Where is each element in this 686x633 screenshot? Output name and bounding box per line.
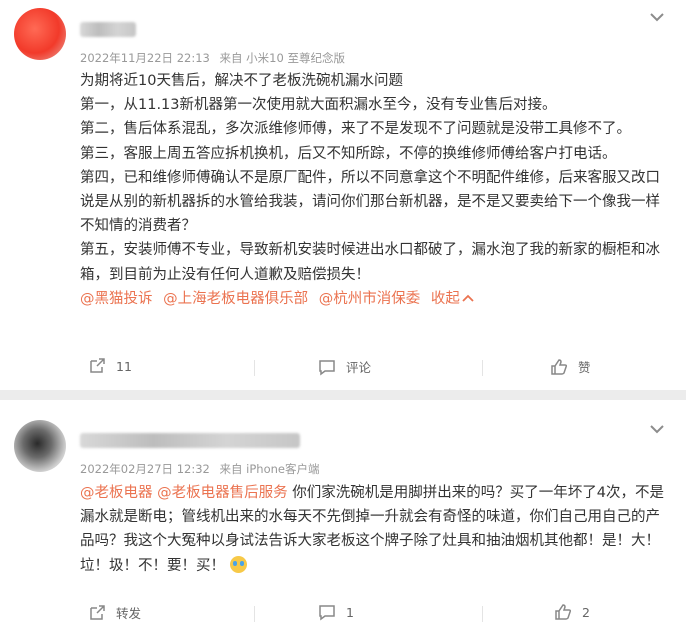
mention-link[interactable]: @老板电器	[80, 485, 153, 501]
like-icon	[551, 358, 568, 375]
action-bar: 11 评论 赞	[80, 357, 686, 379]
post-paragraph: 第一，从11.13新机器第一次使用就大面积漏水至今，没有专业售后对接。	[80, 97, 557, 114]
post-content: 为期将近10天售后，解决不了老板洗碗机漏水问题 第一，从11.13新机器第一次使…	[80, 69, 670, 311]
mention-line: @黑猫投诉 @上海老板电器俱乐部 @杭州市消保委 收起	[80, 287, 670, 311]
post-card: 2022年02月27日 12:32 来自 iPhone客户端 @老板电器 @老板…	[0, 400, 686, 633]
comment-button[interactable]: 评论	[318, 357, 371, 376]
comment-icon	[319, 359, 335, 375]
like-icon	[555, 604, 572, 620]
mention-link[interactable]: @杭州市消保委	[319, 291, 421, 307]
repost-icon	[90, 604, 105, 620]
mention-link[interactable]: @上海老板电器俱乐部	[163, 291, 308, 307]
post-source: 来自 小米10 至尊纪念版	[219, 51, 345, 65]
crying-face-emoji	[229, 555, 247, 573]
repost-label: 转发	[116, 606, 142, 621]
like-label: 赞	[578, 360, 591, 375]
repost-icon	[90, 358, 105, 373]
avatar[interactable]	[14, 8, 66, 60]
action-bar: 转发 1 2	[80, 603, 686, 625]
username-blurred[interactable]	[80, 22, 136, 37]
post-paragraph: 为期将近10天售后，解决不了老板洗碗机漏水问题	[80, 73, 403, 89]
post-date[interactable]: 2022年11月22日 22:13	[80, 51, 210, 65]
comment-count: 1	[346, 604, 354, 620]
collapse-link[interactable]: 收起	[431, 291, 474, 307]
post-paragraph: 第二，售后体系混乱，多次派维修师傅，来了不是发现不了问题就是没带工具修不了。	[80, 121, 631, 138]
avatar[interactable]	[14, 420, 66, 472]
chevron-up-icon	[462, 294, 474, 302]
comment-icon	[319, 605, 335, 621]
post-paragraph: @老板电器 @老板电器售后服务 你们家洗碗机是用脚拼出来的吗？买了一年坏了4次，…	[80, 481, 670, 578]
like-count: 2	[582, 604, 590, 620]
mention-link[interactable]: @老板电器售后服务	[157, 485, 288, 501]
divider	[482, 606, 483, 622]
post-paragraph: 第三，客服上周五答应拆机换机，后又不知所踪，不停的换维修师傅给客户打电话。	[80, 145, 617, 162]
post-paragraph: 第五，安装师傅不专业，导致新机安装时候进出水口都破了，漏水泡了我的新家的橱柜和冰…	[80, 242, 660, 283]
comment-label: 评论	[346, 360, 372, 375]
repost-button[interactable]: 转发	[88, 603, 141, 622]
like-button[interactable]: 赞	[550, 357, 591, 376]
divider	[254, 606, 255, 622]
mention-link[interactable]: @黑猫投诉	[80, 291, 153, 307]
post-source: 来自 iPhone客户端	[219, 462, 320, 476]
post-date[interactable]: 2022年02月27日 12:32	[80, 462, 210, 476]
divider	[254, 360, 255, 376]
comment-button[interactable]: 1	[318, 603, 354, 621]
chevron-down-icon[interactable]	[650, 10, 668, 24]
repost-count: 11	[116, 358, 132, 374]
like-button[interactable]: 2	[554, 603, 590, 621]
post-meta: 2022年02月27日 12:32 来自 iPhone客户端	[80, 461, 325, 477]
post-card: 2022年11月22日 22:13 来自 小米10 至尊纪念版 为期将近10天售…	[0, 0, 686, 390]
chevron-down-icon[interactable]	[650, 422, 668, 436]
post-content: @老板电器 @老板电器售后服务 你们家洗碗机是用脚拼出来的吗？买了一年坏了4次，…	[80, 481, 670, 578]
collapse-label: 收起	[430, 290, 460, 307]
post-meta: 2022年11月22日 22:13 来自 小米10 至尊纪念版	[80, 50, 351, 66]
repost-button[interactable]: 11	[88, 357, 132, 375]
post-paragraph: 第四，已和维修师傅确认不是原厂配件，所以不同意拿这个不明配件维修，后来客服又改口…	[80, 169, 660, 235]
divider	[482, 360, 483, 376]
username-blurred[interactable]	[80, 433, 300, 448]
